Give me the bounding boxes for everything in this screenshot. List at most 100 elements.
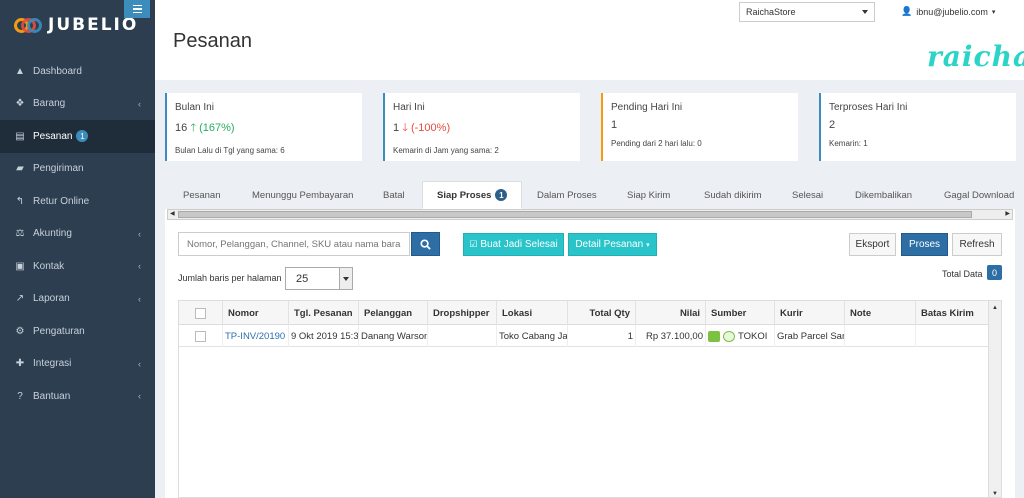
detail-pesanan-button[interactable]: Detail Pesanan ▾ [568, 233, 657, 256]
user-menu[interactable]: 👤 ibnu@jubelio.com ▾ [901, 6, 995, 17]
table-row[interactable]: TP-INV/20190 9 Okt 2019 15:3 Danang Warson… [179, 325, 989, 347]
stat-value-row: 1 [611, 119, 790, 131]
cell-dropshipper [428, 325, 497, 347]
column-header[interactable]: Nilai [636, 301, 706, 325]
sidebar-item-label: Pengaturan [33, 325, 85, 337]
search-input[interactable] [178, 232, 410, 256]
scroll-left-icon[interactable]: ◀ [170, 210, 175, 217]
column-header[interactable]: Batas Kirim [916, 301, 989, 325]
stat-change: (167%) [199, 122, 235, 134]
stat-value: 1 [393, 122, 400, 134]
column-header[interactable]: Pelanggan [359, 301, 428, 325]
column-header[interactable]: Tgl. Pesanan [289, 301, 359, 325]
sidebar-item-pengiriman[interactable]: ▰ Pengiriman [0, 153, 155, 186]
tab-batal[interactable]: Batal [383, 181, 405, 209]
sidebar-item-label: Laporan [33, 293, 70, 305]
menu-toggle-icon[interactable] [124, 0, 150, 18]
sidebar-item-label: Kontak [33, 260, 65, 272]
caret-down-icon: ▾ [646, 241, 650, 249]
scroll-thumb[interactable] [178, 211, 972, 218]
caret-down-icon [862, 10, 868, 14]
tab-sudah-dikirim[interactable]: Sudah dikirim [704, 181, 762, 209]
area-chart-icon: ▲ [15, 65, 25, 77]
reply-icon: ↰ [15, 195, 25, 207]
tab-label: Sudah dikirim [704, 189, 762, 201]
cell-nilai: Rp 37.100,00 [636, 325, 706, 347]
tab-label: Siap Proses [437, 189, 492, 201]
orders-table: Nomor Tgl. Pesanan Pelanggan Dropshipper Lok… [178, 300, 1002, 498]
stats-row: Bulan Ini 16 🡑 (167%) Bulan Lalu di Tgl ya… [165, 93, 1016, 161]
table-vertical-scrollbar[interactable]: ▲ ▼ [988, 301, 1001, 497]
stat-title: Pending Hari Ini [611, 102, 683, 113]
address-card-icon: ▣ [15, 260, 25, 272]
sidebar-item-label: Pengiriman [33, 163, 84, 175]
stat-title: Hari Ini [393, 102, 425, 113]
stat-value: 1 [611, 119, 618, 131]
column-header[interactable]: Dropshipper [428, 301, 497, 325]
page-title: Pesanan [173, 30, 252, 52]
select-all-checkbox[interactable] [195, 307, 206, 319]
source-text: TOKOI [738, 330, 768, 342]
column-header[interactable]: Total Qty [568, 301, 636, 325]
tab-pesanan[interactable]: Pesanan [183, 181, 221, 209]
stat-card: Bulan Ini 16 🡑 (167%) Bulan Lalu di Tgl ya… [165, 93, 362, 161]
stat-subtext: Kemarin: 1 [829, 139, 868, 148]
sidebar-item-integrasi[interactable]: ✚ Integrasi ‹ [0, 348, 155, 381]
column-header[interactable]: Kurir [775, 301, 845, 325]
search-icon [420, 238, 431, 250]
refresh-button[interactable]: Refresh [952, 233, 1002, 256]
tab-gagal-download[interactable]: Gagal Download [944, 181, 1014, 209]
sidebar-item-bantuan[interactable]: ? Bantuan ‹ [0, 380, 155, 413]
proses-button[interactable]: Proses [901, 233, 948, 256]
tabs-horizontal-scrollbar[interactable]: ◀ ▶ [167, 209, 1013, 220]
column-header[interactable]: Nomor [223, 301, 289, 325]
tab-label: Selesai [792, 189, 824, 201]
tab-dikembalikan[interactable]: Dikembalikan [855, 181, 912, 209]
stat-card: Terproses Hari Ini 2 Kemarin: 1 [819, 93, 1016, 161]
sidebar-item-pengaturan[interactable]: ⚙ Pengaturan [0, 315, 155, 348]
sidebar-item-barang[interactable]: ❖ Barang ‹ [0, 88, 155, 121]
buat-jadi-selesai-button[interactable]: ☑ Buat Jadi Selesai [463, 233, 564, 256]
scroll-down-icon[interactable]: ▼ [992, 491, 998, 497]
sidebar-item-dashboard[interactable]: ▲ Dashboard [0, 55, 155, 88]
stat-subtext: Bulan Lalu di Tgl yang sama: 6 [175, 146, 285, 155]
tab-siap-proses[interactable]: Siap Proses 1 [422, 181, 523, 209]
column-header[interactable]: Sumber [706, 301, 775, 325]
select-arrow-icon [339, 268, 352, 289]
tab-menunggu-pembayaran[interactable]: Menunggu Pembayaran [252, 181, 353, 209]
row-checkbox[interactable] [195, 330, 206, 342]
sidebar-item-retur-online[interactable]: ↰ Retur Online [0, 185, 155, 218]
sidebar-item-label: Integrasi [33, 358, 72, 370]
stat-change: (-100%) [410, 122, 451, 134]
select-all-checkbox-cell[interactable] [179, 301, 223, 325]
cart-icon: ▤ [15, 130, 25, 142]
tab-dalam-proses[interactable]: Dalam Proses [537, 181, 597, 209]
scroll-up-icon[interactable]: ▲ [992, 305, 998, 311]
marketplace-icon [708, 330, 720, 342]
rows-per-page-select[interactable]: 25 [285, 267, 353, 290]
search-button[interactable] [411, 232, 440, 256]
sidebar-item-pesanan[interactable]: ▤ Pesanan 1 [0, 120, 155, 153]
row-checkbox-cell[interactable] [179, 325, 223, 347]
tokopedia-icon [723, 330, 735, 342]
cell-lokasi: Toko Cabang Jak [497, 325, 568, 347]
stat-value: 16 [175, 122, 188, 134]
sidebar-item-label: Retur Online [33, 195, 90, 207]
arrow-up-icon: 🡑 [190, 122, 197, 134]
store-select[interactable]: RaichaStore [739, 2, 875, 22]
eksport-button[interactable]: Eksport [849, 233, 896, 256]
column-header[interactable]: Lokasi [497, 301, 568, 325]
sidebar-item-kontak[interactable]: ▣ Kontak ‹ [0, 250, 155, 283]
column-header[interactable]: Note [845, 301, 916, 325]
stat-value-row: 2 [829, 119, 1008, 131]
scroll-right-icon[interactable]: ▶ [1005, 210, 1010, 217]
cell-note [845, 325, 916, 347]
detail-pesanan-label: Detail Pesanan [575, 239, 644, 250]
tab-siap-kirim[interactable]: Siap Kirim [627, 181, 670, 209]
sidebar-item-akunting[interactable]: ⚖ Akunting ‹ [0, 218, 155, 251]
tab-selesai[interactable]: Selesai [792, 181, 823, 209]
sidebar-item-laporan[interactable]: ↗ Laporan ‹ [0, 283, 155, 316]
rows-per-page-value: 25 [296, 272, 309, 285]
cell-nomor[interactable]: TP-INV/20190 [223, 325, 289, 347]
tab-label: Siap Kirim [627, 189, 671, 201]
